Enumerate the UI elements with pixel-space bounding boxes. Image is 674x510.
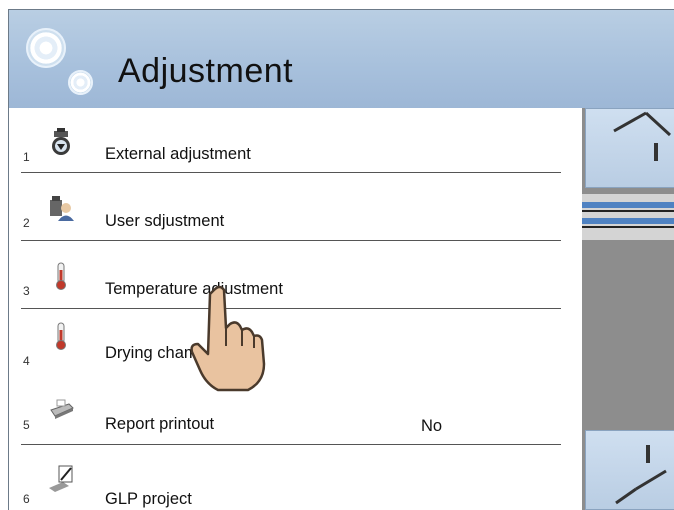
menu-item-user-adjustment[interactable]: 2 User sdjustment [9,174,581,241]
item-label: GLP project [105,490,192,508]
menu-list: 1 External adjustment 2 User sdjustment [9,108,581,510]
page-title: Adjustment [118,52,294,90]
pointing-hand-icon [190,285,266,392]
item-number: 5 [23,418,30,432]
item-number: 6 [23,492,30,506]
item-label: External adjustment [105,145,251,163]
row-divider [21,172,561,173]
scroll-up-button[interactable] [585,108,674,188]
scroll-down-arrow-icon [615,445,667,505]
item-number: 1 [23,150,30,164]
screen: Adjustment 1 External adjustment 2 User … [8,9,674,510]
item-value: No [421,417,443,435]
settings-gear-icon [26,28,66,68]
scroll-down-button[interactable] [585,430,674,510]
menu-item-temperature-adjustment[interactable]: 3 Temperature adjustment [9,240,581,309]
scrollbar[interactable] [582,108,674,510]
user-weight-icon [50,196,74,221]
weight-icon [52,128,70,155]
menu-item-drying-chamber-test[interactable]: 4 Drying chamber test [9,308,581,374]
scroll-thumb[interactable] [582,194,674,240]
thermometer-icon [56,322,66,350]
scroll-up-arrow-icon [613,111,672,161]
thermometer-icon [56,262,66,290]
item-label: User sdjustment [105,212,225,230]
item-number: 2 [23,216,30,230]
menu-item-external-adjustment[interactable]: 1 External adjustment [9,108,581,174]
item-number: 3 [23,284,30,298]
menu-item-glp-project[interactable]: 6 GLP project [9,444,581,510]
menu-item-report-printout[interactable]: 5 Report printout No [9,374,581,445]
settings-gear-small-icon [68,70,93,95]
item-label: Report printout [105,415,215,433]
item-number: 4 [23,354,30,368]
document-pen-icon [49,465,73,492]
header-bar: Adjustment [9,10,674,108]
printer-icon [50,399,74,419]
